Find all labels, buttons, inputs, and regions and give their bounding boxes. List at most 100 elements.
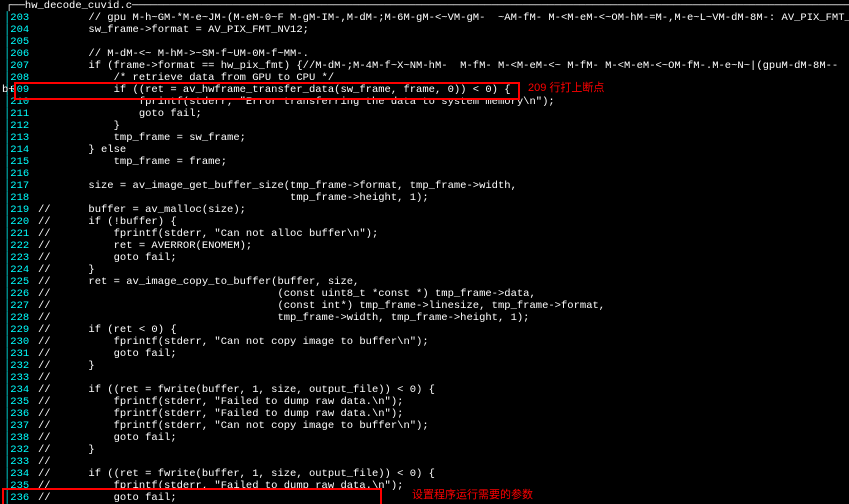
breakpoint-marker: b+: [2, 84, 15, 96]
code-line: │207 if (frame->format == hw_pix_fmt) {/…: [4, 60, 849, 72]
code-text: // goto fail;: [38, 252, 177, 264]
line-number: │207: [4, 60, 38, 72]
line-number: │229: [4, 324, 38, 336]
line-number: │221: [4, 228, 38, 240]
line-number: │234: [4, 468, 38, 480]
code-text: //: [38, 372, 51, 384]
line-number: │217: [4, 180, 38, 192]
code-line: │215 tmp_frame = frame;: [4, 156, 849, 168]
code-line: │219// buffer = av_malloc(size);: [4, 204, 849, 216]
line-number: │230: [4, 336, 38, 348]
line-number: │225: [4, 276, 38, 288]
line-number: │227: [4, 300, 38, 312]
code-text: goto fail;: [38, 108, 202, 120]
code-text: tmp_frame->height, 1);: [38, 192, 429, 204]
code-line: │234// if ((ret = fwrite(buffer, 1, size…: [4, 468, 849, 480]
code-line: │227// (const int*) tmp_frame->linesize,…: [4, 300, 849, 312]
file-name: hw_decode_cuvid.c: [25, 0, 132, 12]
code-line: │233//: [4, 456, 849, 468]
code-line: │226// (const uint8_t *const *) tmp_fram…: [4, 288, 849, 300]
code-text: // }: [38, 360, 95, 372]
line-number: │224: [4, 264, 38, 276]
code-text: sw_frame->format = AV_PIX_FMT_NV12;: [38, 24, 309, 36]
annotation-setargs: 设置程序运行需要的参数: [412, 489, 533, 501]
code-line: │232// }: [4, 444, 849, 456]
code-area[interactable]: │203 // gpu M-h~GM-*M-e~JM-(M-eM-0~F M-g…: [0, 12, 849, 504]
title-dash-right: ────────────────────────────────────────…: [132, 0, 849, 12]
line-number: │213: [4, 132, 38, 144]
line-number: │205: [4, 36, 38, 48]
code-text: // (const int*) tmp_frame->linesize, tmp…: [38, 300, 605, 312]
line-number: │222: [4, 240, 38, 252]
code-line: │209 if ((ret = av_hwframe_transfer_data…: [4, 84, 849, 96]
line-number: │203: [4, 12, 38, 24]
code-text: // if ((ret = fwrite(buffer, 1, size, ou…: [38, 468, 435, 480]
code-line: │234// if ((ret = fwrite(buffer, 1, size…: [4, 384, 849, 396]
code-text: // if (ret < 0) {: [38, 324, 177, 336]
code-line: │217 size = av_image_get_buffer_size(tmp…: [4, 180, 849, 192]
terminal-window: ┌──hw_decode_cuvid.c────────────────────…: [0, 0, 849, 504]
code-line: │213 tmp_frame = sw_frame;: [4, 132, 849, 144]
annotation-209: 209 行打上断点: [528, 82, 604, 94]
line-number: │218: [4, 192, 38, 204]
line-number: │208: [4, 72, 38, 84]
line-number: │236: [4, 492, 38, 504]
code-line: │235// fprintf(stderr, "Failed to dump r…: [4, 396, 849, 408]
code-text: size = av_image_get_buffer_size(tmp_fram…: [38, 180, 517, 192]
line-number: │232: [4, 444, 38, 456]
code-line: │203 // gpu M-h~GM-*M-e~JM-(M-eM-0~F M-g…: [4, 12, 849, 24]
code-line: │223// goto fail;: [4, 252, 849, 264]
code-line: │204 sw_frame->format = AV_PIX_FMT_NV12;: [4, 24, 849, 36]
code-text: if ((ret = av_hwframe_transfer_data(sw_f…: [38, 84, 511, 96]
code-text: // (const uint8_t *const *) tmp_frame->d…: [38, 288, 536, 300]
code-line: │214 } else: [4, 144, 849, 156]
code-line: │233//: [4, 372, 849, 384]
code-line: │222// ret = AVERROR(ENOMEM);: [4, 240, 849, 252]
code-text: // fprintf(stderr, "Failed to dump raw d…: [38, 408, 403, 420]
code-text: // ret = av_image_copy_to_buffer(buffer,…: [38, 276, 359, 288]
code-text: /* retrieve data from GPU to CPU */: [38, 72, 334, 84]
code-line: │211 goto fail;: [4, 108, 849, 120]
line-number: │235: [4, 480, 38, 492]
line-number: │233: [4, 372, 38, 384]
code-text: // }: [38, 264, 95, 276]
code-line: │218 tmp_frame->height, 1);: [4, 192, 849, 204]
code-text: // fprintf(stderr, "Failed to dump raw d…: [38, 480, 403, 492]
line-number: │235: [4, 396, 38, 408]
code-text: fprintf(stderr, "Error transferring the …: [38, 96, 555, 108]
line-number: │234: [4, 384, 38, 396]
code-text: // if ((ret = fwrite(buffer, 1, size, ou…: [38, 384, 435, 396]
code-text: // goto fail;: [38, 348, 177, 360]
line-number: │212: [4, 120, 38, 132]
code-line: │232// }: [4, 360, 849, 372]
code-text: // M-dM-<~ M-hM->~SM-f~UM-0M-f~MM-.: [38, 48, 309, 60]
code-text: // fprintf(stderr, "Can not alloc buffer…: [38, 228, 378, 240]
code-text: }: [38, 120, 120, 132]
line-number: │214: [4, 144, 38, 156]
line-number: │215: [4, 156, 38, 168]
code-line: │212 }: [4, 120, 849, 132]
line-number: │236: [4, 408, 38, 420]
code-line: │224// }: [4, 264, 849, 276]
file-title-bar: ┌──hw_decode_cuvid.c────────────────────…: [0, 0, 849, 12]
code-line: │237// fprintf(stderr, "Can not copy ima…: [4, 420, 849, 432]
code-text: tmp_frame = sw_frame;: [38, 132, 246, 144]
line-number: │219: [4, 204, 38, 216]
line-number: │237: [4, 420, 38, 432]
code-line: │228// tmp_frame->width, tmp_frame->heig…: [4, 312, 849, 324]
line-number: │231: [4, 348, 38, 360]
code-text: //: [38, 456, 51, 468]
code-line: │210 fprintf(stderr, "Error transferring…: [4, 96, 849, 108]
line-number: │211: [4, 108, 38, 120]
code-line: │238// goto fail;: [4, 432, 849, 444]
code-line: │220// if (!buffer) {: [4, 216, 849, 228]
code-line: │230// fprintf(stderr, "Can not copy ima…: [4, 336, 849, 348]
code-text: // tmp_frame->width, tmp_frame->height, …: [38, 312, 529, 324]
code-text: // fprintf(stderr, "Can not copy image t…: [38, 336, 429, 348]
line-number: │216: [4, 168, 38, 180]
code-text: tmp_frame = frame;: [38, 156, 227, 168]
line-number: │232: [4, 360, 38, 372]
line-number: │210: [4, 96, 38, 108]
code-text: // fprintf(stderr, "Can not copy image t…: [38, 420, 429, 432]
code-text: // if (!buffer) {: [38, 216, 177, 228]
